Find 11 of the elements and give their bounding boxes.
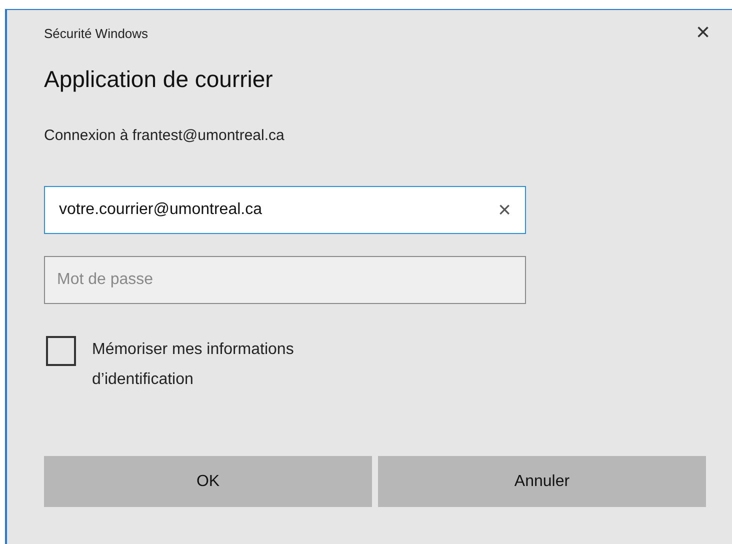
clear-button[interactable]: ×: [498, 199, 511, 221]
dialog-button[interactable]: Annuler: [378, 456, 706, 507]
remember-checkbox[interactable]: [46, 336, 76, 366]
account-text: Connexion à frantest@umontreal.ca: [44, 127, 286, 144]
email-field[interactable]: votre.courrier@umontreal.ca ×: [44, 186, 526, 234]
remember-label: Mémoriser mes informations d’identification: [92, 340, 295, 390]
dialog-heading: Application de courrier: [44, 66, 274, 93]
password-field[interactable]: Mot de passe: [44, 256, 526, 304]
dialog-button[interactable]: OK: [44, 456, 372, 507]
close-button[interactable]: ×: [692, 21, 714, 45]
window-title: Sécurité Windows: [44, 26, 148, 40]
